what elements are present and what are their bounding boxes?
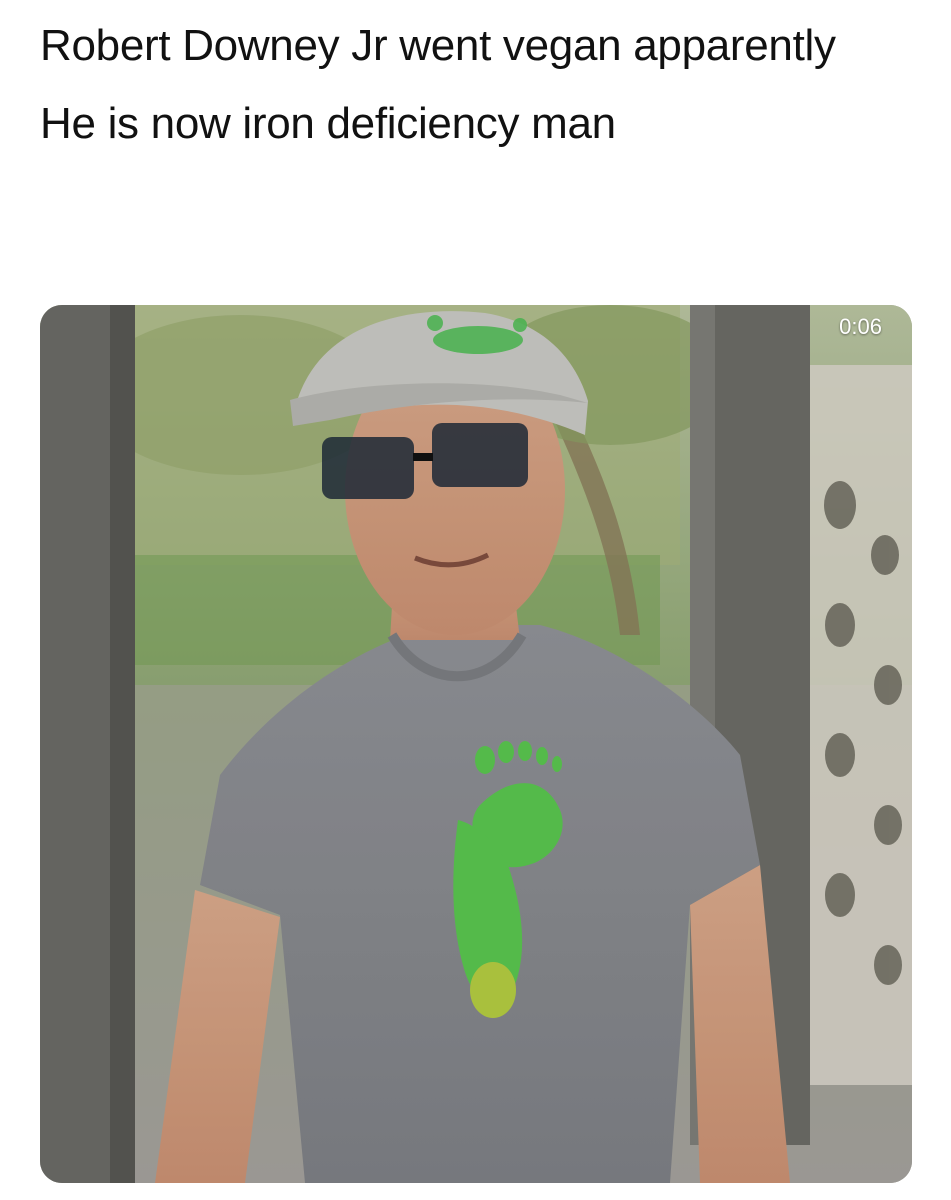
caption-line-1: Robert Downey Jr went vegan apparently (40, 21, 836, 70)
caption-line-2: He is now iron deficiency man (40, 99, 616, 148)
video-frame-illustration (40, 305, 912, 1183)
post-caption: Robert Downey Jr went vegan apparently H… (40, 18, 900, 152)
video-player[interactable]: 0:06 (40, 305, 912, 1183)
video-timestamp: 0:06 (839, 314, 882, 339)
